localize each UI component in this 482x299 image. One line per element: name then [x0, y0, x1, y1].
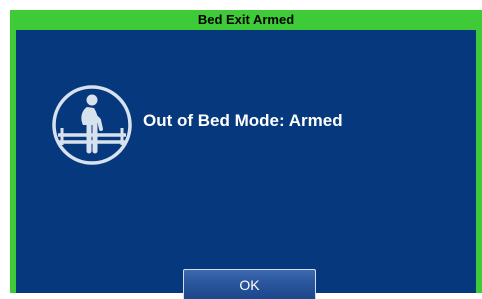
screen: Bed Exit Armed Out of Bed Mode: Armed OK	[0, 0, 482, 299]
ok-button[interactable]: OK	[183, 269, 316, 299]
bed-exit-dialog: Bed Exit Armed Out of Bed Mode: Armed OK	[10, 10, 482, 299]
status-message: Out of Bed Mode: Armed	[143, 111, 343, 130]
bed-exit-icon	[50, 83, 134, 167]
dialog-title: Bed Exit Armed	[10, 10, 482, 29]
dialog-body: Out of Bed Mode: Armed OK	[16, 30, 476, 299]
